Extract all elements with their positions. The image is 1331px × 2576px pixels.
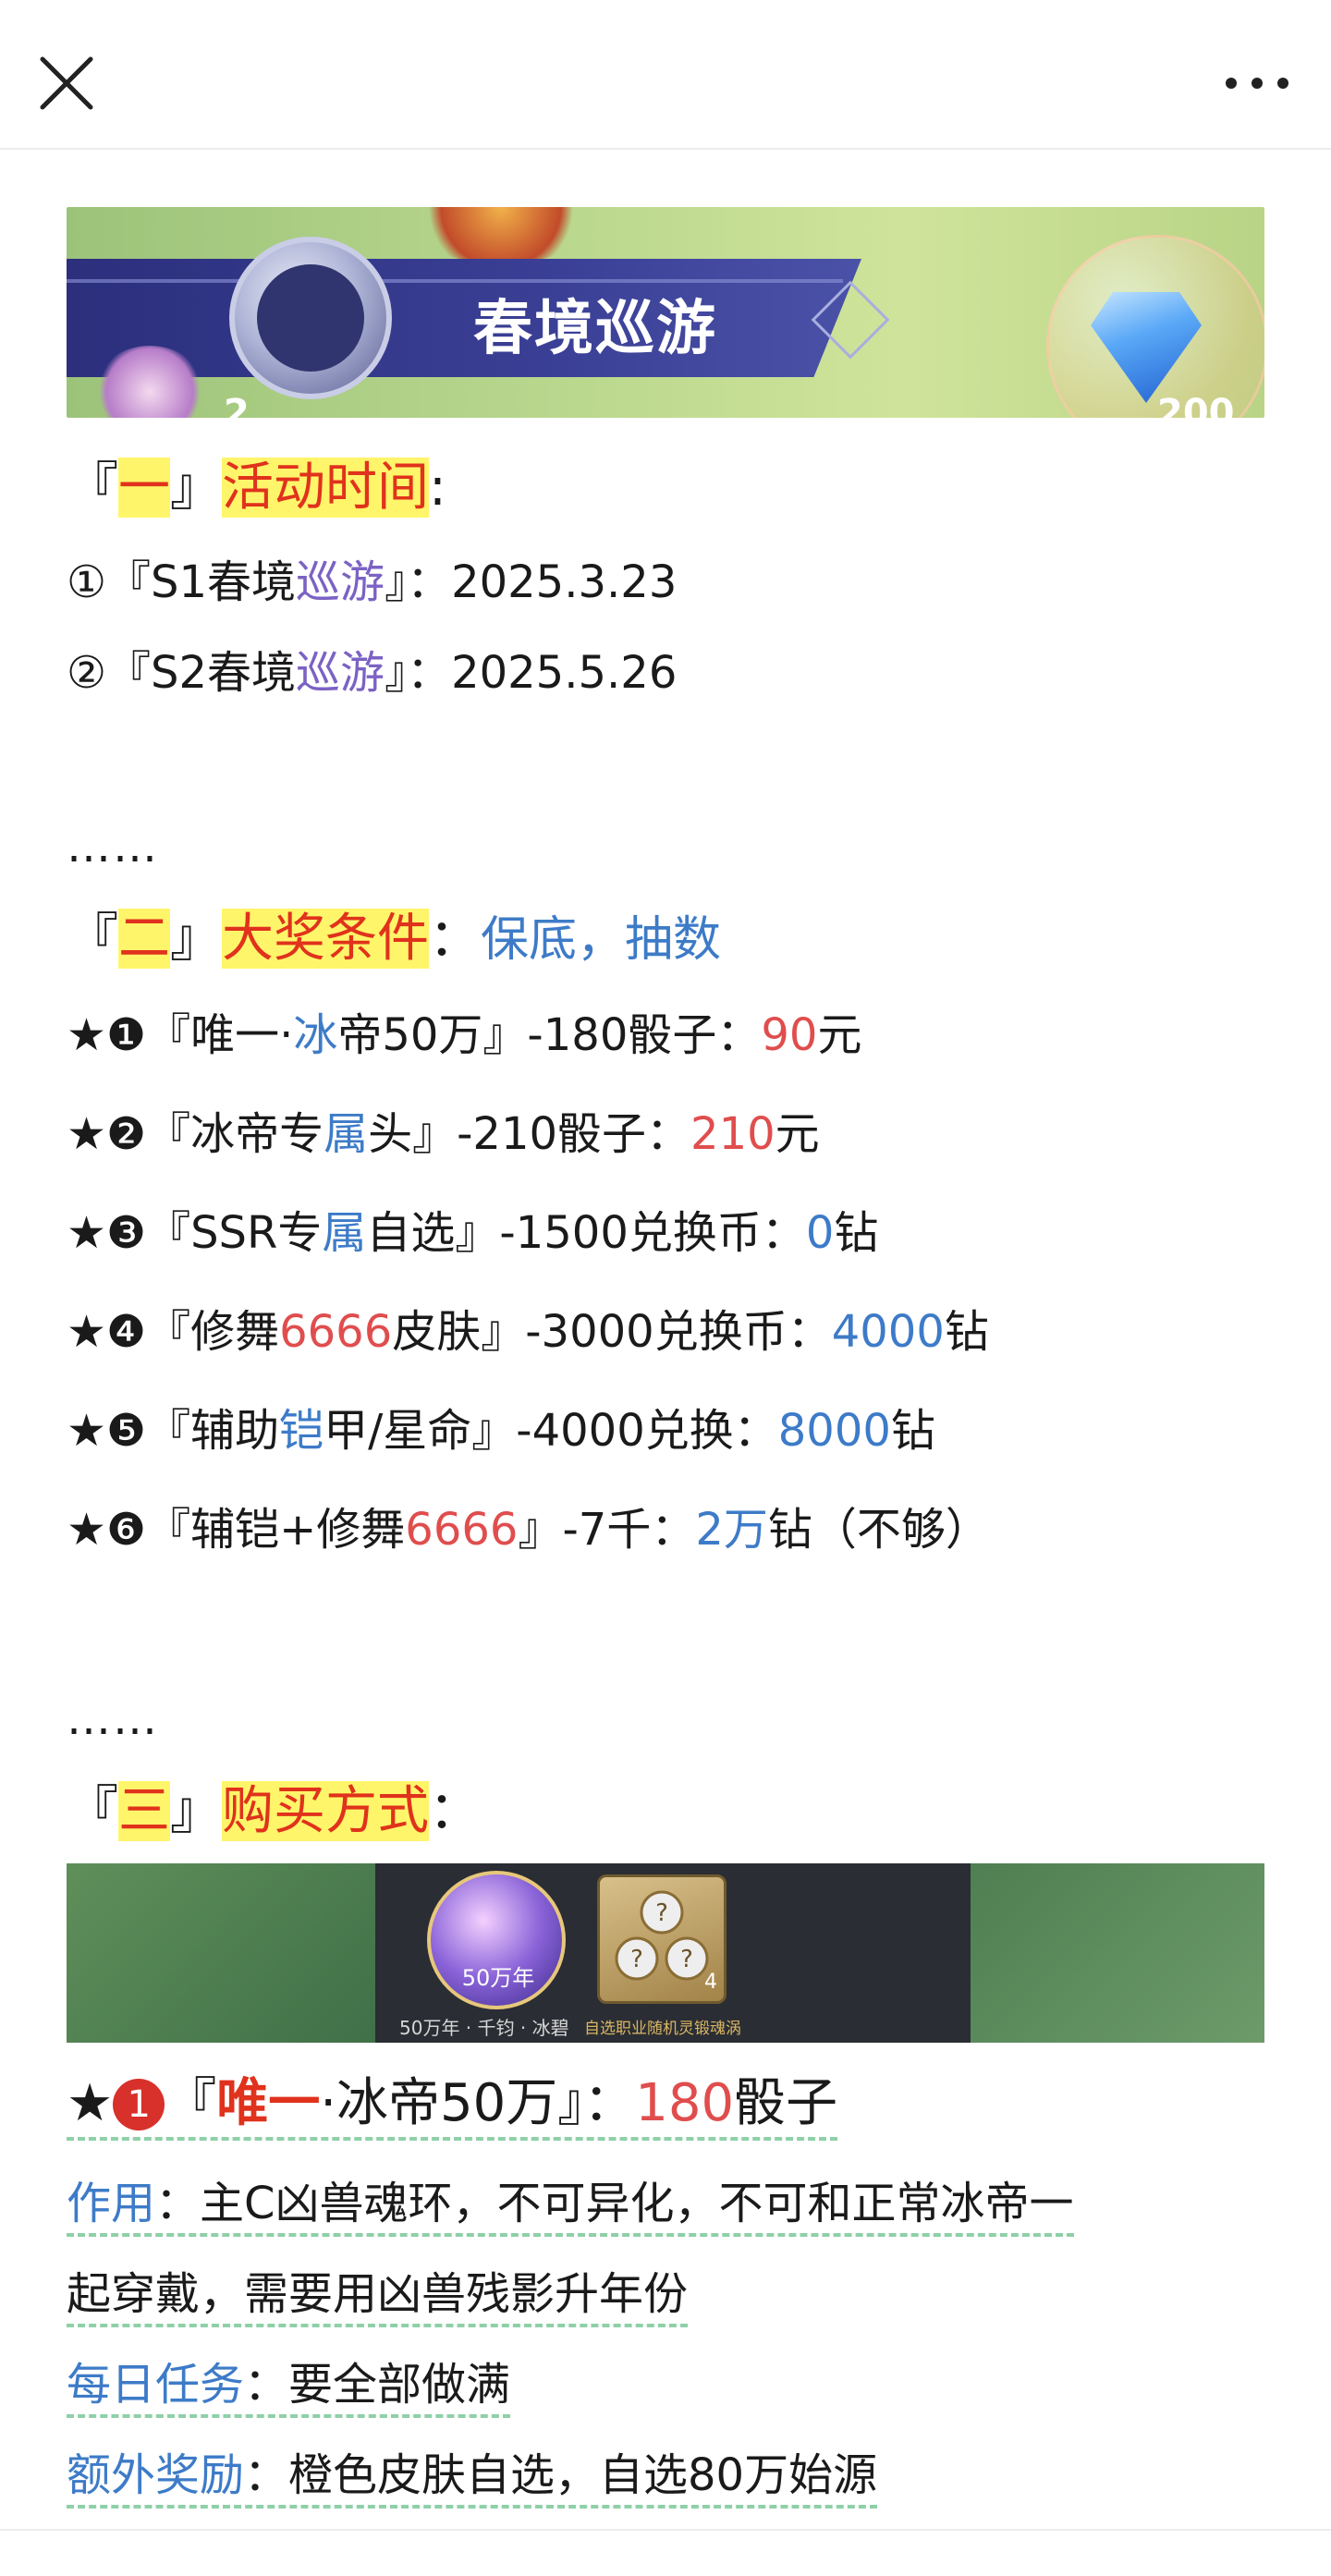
prize-item: ★❶『唯一·冰帝50万』-180骰子：90元 <box>67 1009 862 1061</box>
item-caption: 自选职业随机灵锻魂涡 <box>584 2020 741 2038</box>
effect-line-2: 起穿戴，需要用凶兽残影升年份 <box>67 2266 689 2327</box>
banner-stripe <box>67 279 843 283</box>
section-2-number: 二 <box>118 909 170 969</box>
item-quantity: 4 <box>704 1971 717 1994</box>
detail-heading: ★ 1 『唯一·冰帝50万』：180骰子 <box>67 2070 838 2141</box>
svg-text:?: ? <box>630 1946 643 1973</box>
banner-title: 春境巡游 <box>473 294 717 363</box>
separator: …… <box>67 1693 159 1745</box>
number-badge: 1 <box>113 2079 165 2130</box>
effect-line-1: 作用：主C凶兽魂环，不可异化，不可和正常冰帝一 <box>67 2176 1074 2237</box>
soul-ring-item-label: 50万年 <box>461 1965 535 1991</box>
section-1-number: 一 <box>118 458 170 518</box>
event-banner: 春境巡游 2 200 <box>67 207 1264 418</box>
svg-text:?: ? <box>680 1946 693 1973</box>
section-3-number: 三 <box>118 1781 170 1841</box>
banner-count-left: 2 <box>224 392 250 418</box>
scenery-right <box>971 1863 1264 2043</box>
list-item: ②『S2春境巡游』：2025.5.26 <box>67 647 678 699</box>
close-icon[interactable] <box>33 50 100 116</box>
bonus-line: 额外奖励：橙色皮肤自选，自选80万始源 <box>67 2448 878 2509</box>
bottom-bar <box>0 2529 1331 2576</box>
section-3-heading: 『三』购买方式： <box>67 1781 481 1841</box>
more-dots-icon[interactable] <box>1216 57 1298 109</box>
section-1-heading: 『一』活动时间: <box>67 458 446 518</box>
svg-text:?: ? <box>655 1899 668 1927</box>
section-1-title: 活动时间 <box>222 458 429 518</box>
top-bar <box>0 0 1331 150</box>
section-2-title: 大奖条件 <box>222 909 429 969</box>
separator: …… <box>67 821 159 873</box>
daily-task-line: 每日任务：要全部做满 <box>67 2357 511 2418</box>
banner-count-right: 200 <box>1157 392 1235 418</box>
banner-emblem <box>229 237 392 399</box>
prize-item: ★❹『修舞6666皮肤』-3000兑换币：4000钻 <box>67 1306 989 1358</box>
crown-decoration <box>418 207 584 262</box>
prize-item: ★❸『SSR专属自选』-1500兑换币：0钻 <box>67 1207 879 1259</box>
section-3-title: 购买方式 <box>222 1781 429 1841</box>
item-caption: 50万年 · 千钧 · 冰碧 <box>399 2017 569 2039</box>
shop-screenshot: 50万年 ??? 4 50万年 · 千钧 · 冰碧 自选职业随机灵锻魂涡 <box>67 1863 1264 2043</box>
prize-item: ★❷『冰帝专属头』-210骰子：210元 <box>67 1108 820 1160</box>
section-2-heading: 『二』大奖条件：保底，抽数 <box>67 909 722 969</box>
prize-item: ★❻『辅铠+修舞6666』-7千：2万钻（不够） <box>67 1504 990 1556</box>
list-item: ①『S1春境巡游』：2025.3.23 <box>67 556 678 608</box>
scenery-left <box>67 1863 375 2043</box>
prize-item: ★❺『辅助铠甲/星命』-4000兑换：8000钻 <box>67 1405 935 1457</box>
